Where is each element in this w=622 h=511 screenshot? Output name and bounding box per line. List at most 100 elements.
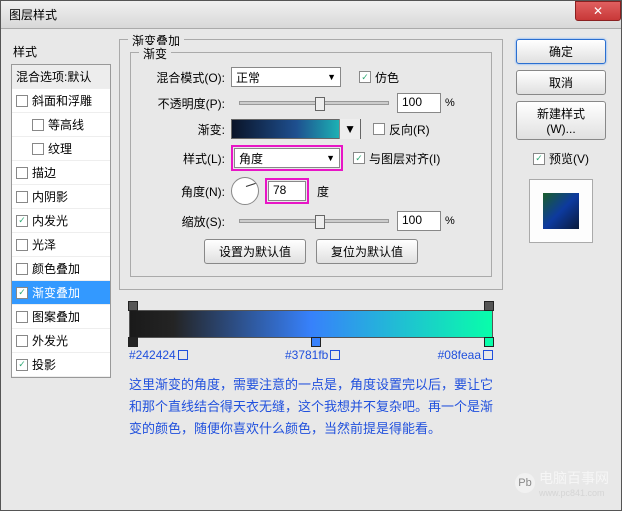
angle-unit: 度 [317, 183, 329, 200]
gradient-overlay-group: 渐变叠加 渐变 混合模式(O): 正常▼ ✓ 仿色 不透明度(P): [119, 39, 503, 290]
style-checkbox[interactable] [16, 239, 28, 251]
scale-input[interactable]: 100 [397, 211, 441, 231]
chevron-down-icon: ▼ [326, 153, 335, 163]
color-stop-icon [484, 337, 494, 347]
sidebar-item-label: 图案叠加 [32, 308, 80, 325]
sidebar-item[interactable]: 光泽 [12, 233, 110, 257]
style-list: 混合选项:默认 斜面和浮雕等高线纹理描边内阴影 ✓ 内发光光泽颜色叠加 ✓ 渐变叠加图案… [11, 64, 111, 378]
sidebar-item[interactable]: 纹理 [12, 137, 110, 161]
style-checkbox[interactable] [32, 119, 44, 131]
sidebar-item[interactable]: ✓ 渐变叠加 [12, 281, 110, 305]
sidebar-item[interactable]: 等高线 [12, 113, 110, 137]
style-checkbox[interactable] [16, 167, 28, 179]
style-checkbox[interactable]: ✓ [16, 287, 28, 299]
sidebar-item-label: 斜面和浮雕 [32, 92, 92, 109]
gradient-preview-bar [129, 310, 493, 338]
swatch-icon [178, 350, 188, 360]
ok-button[interactable]: 确定 [516, 39, 606, 64]
sidebar-item[interactable]: 外发光 [12, 329, 110, 353]
angle-label: 角度(N): [141, 183, 231, 200]
window-title: 图层样式 [9, 6, 57, 23]
hex-label-2: #3781fb [285, 348, 340, 362]
sidebar-item-label: 投影 [32, 356, 56, 373]
style-checkbox[interactable] [16, 95, 28, 107]
opacity-slider[interactable] [239, 101, 389, 105]
reverse-label: 反向(R) [389, 121, 430, 138]
sidebar-item-label: 光泽 [32, 236, 56, 253]
right-buttons: 确定 取消 新建样式(W)... ✓ 预览(V) [511, 39, 611, 446]
dither-label: 仿色 [375, 69, 399, 86]
sidebar-item[interactable]: 颜色叠加 [12, 257, 110, 281]
sidebar-item-label: 描边 [32, 164, 56, 181]
sidebar-item-label: 内阴影 [32, 188, 68, 205]
scale-slider[interactable] [239, 219, 389, 223]
style-checkbox[interactable] [16, 335, 28, 347]
hex-label-1: #242424 [129, 348, 188, 362]
annotation-note: 这里渐变的角度，需要注意的一点是，角度设置完以后，要让它和那个直线结合得天衣无缝… [129, 374, 493, 440]
style-checkbox[interactable] [16, 263, 28, 275]
blend-mode-label: 混合模式(O): [141, 69, 231, 86]
close-button[interactable]: ✕ [575, 1, 621, 21]
chevron-down-icon: ▼ [327, 72, 336, 82]
highlight-style: 角度▼ [231, 145, 343, 171]
hex-label-3: #08feaa [438, 348, 493, 362]
sidebar-item[interactable]: ✓ 内发光 [12, 209, 110, 233]
watermark-icon: Pb [515, 473, 535, 493]
sidebar-item[interactable]: 描边 [12, 161, 110, 185]
sidebar: 样式 混合选项:默认 斜面和浮雕等高线纹理描边内阴影 ✓ 内发光光泽颜色叠加 ✓ 渐变叠… [11, 39, 111, 446]
gradient-legend: 渐变 [139, 45, 171, 62]
color-stop-icon [311, 337, 321, 347]
layer-style-dialog: 图层样式 ✕ 样式 混合选项:默认 斜面和浮雕等高线纹理描边内阴影 ✓ 内发光光泽颜… [0, 0, 622, 511]
opacity-stop-icon [484, 301, 494, 311]
scale-label: 缩放(S): [141, 213, 231, 230]
blend-options-header[interactable]: 混合选项:默认 [12, 65, 110, 89]
style-checkbox[interactable]: ✓ [16, 215, 28, 227]
angle-input[interactable]: 78 [268, 181, 306, 201]
preview-toggle[interactable]: ✓ 预览(V) [533, 150, 589, 167]
preview-checkbox[interactable]: ✓ [533, 153, 545, 165]
annotation: #242424 #3781fb #08feaa 这里渐变的角度，需要注意的一点是… [119, 296, 503, 446]
style-checkbox[interactable] [16, 191, 28, 203]
swatch-icon [330, 350, 340, 360]
sidebar-item-label: 等高线 [48, 116, 84, 133]
color-stop-icon [128, 337, 138, 347]
new-style-button[interactable]: 新建样式(W)... [516, 101, 606, 140]
opacity-stop-icon [128, 301, 138, 311]
swatch-icon [483, 350, 493, 360]
main-panel: 渐变叠加 渐变 混合模式(O): 正常▼ ✓ 仿色 不透明度(P): [119, 39, 503, 446]
angle-dial[interactable] [231, 177, 259, 205]
reset-default-button[interactable]: 复位为默认值 [316, 239, 418, 264]
make-default-button[interactable]: 设置为默认值 [204, 239, 306, 264]
highlight-angle: 78 [265, 178, 309, 204]
blend-mode-select[interactable]: 正常▼ [231, 67, 341, 87]
style-label: 样式(L): [141, 150, 231, 167]
sidebar-item-label: 纹理 [48, 140, 72, 157]
opacity-label: 不透明度(P): [141, 95, 231, 112]
sidebar-item-label: 内发光 [32, 212, 68, 229]
gradient-picker[interactable]: ▼ [231, 119, 361, 139]
align-label: 与图层对齐(I) [369, 150, 440, 167]
gradient-label: 渐变: [141, 121, 231, 138]
cancel-button[interactable]: 取消 [516, 70, 606, 95]
sidebar-item-label: 外发光 [32, 332, 68, 349]
watermark: Pb 电脑百事网 www.pc841.com [515, 468, 609, 498]
style-checkbox[interactable]: ✓ [16, 359, 28, 371]
dither-checkbox[interactable]: ✓ [359, 71, 371, 83]
sidebar-item[interactable]: 图案叠加 [12, 305, 110, 329]
sidebar-item[interactable]: 斜面和浮雕 [12, 89, 110, 113]
sidebar-item[interactable]: 内阴影 [12, 185, 110, 209]
style-select[interactable]: 角度▼ [234, 148, 340, 168]
sidebar-item-label: 渐变叠加 [32, 284, 80, 301]
style-checkbox[interactable] [16, 311, 28, 323]
style-checkbox[interactable] [32, 143, 44, 155]
preview-thumbnail [543, 193, 579, 229]
titlebar: 图层样式 ✕ [1, 1, 621, 29]
preview-box [529, 179, 593, 243]
sidebar-item-label: 颜色叠加 [32, 260, 80, 277]
opacity-input[interactable]: 100 [397, 93, 441, 113]
align-checkbox[interactable]: ✓ [353, 152, 365, 164]
sidebar-item[interactable]: ✓ 投影 [12, 353, 110, 377]
chevron-down-icon[interactable]: ▼ [339, 119, 360, 139]
sidebar-title: 样式 [11, 39, 111, 64]
reverse-checkbox[interactable] [373, 123, 385, 135]
